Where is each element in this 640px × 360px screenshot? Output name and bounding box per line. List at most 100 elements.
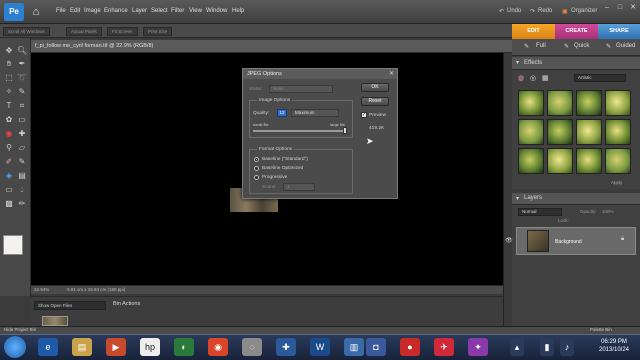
palette-bin-button[interactable]: Palette Bin [590,327,612,332]
menu-view[interactable]: View [189,8,202,14]
eyedropper-tool-icon[interactable]: ✒ [17,59,27,69]
magic-wand-tool-icon[interactable]: ✧ [4,87,14,97]
move-tool-icon[interactable]: ✥ [4,46,14,56]
effect-thumbnail[interactable] [605,90,631,116]
internet-explorer-icon[interactable]: e [38,338,58,356]
tray-icon[interactable]: ▴ [510,338,524,356]
sponge-tool-icon[interactable]: ▩ [4,199,14,209]
document-tab[interactable]: f_pi_follow me_cyril forman.tif @ 22.9% … [31,40,512,53]
app-icon[interactable]: ✈ [434,338,454,356]
eraser-tool-icon[interactable]: ▱ [17,143,27,153]
marquee-tool-icon[interactable]: ⬚ [4,73,14,83]
layer-styles-icon[interactable]: ◎ [530,74,536,82]
effect-thumbnail[interactable] [605,148,631,174]
selection-brush-tool-icon[interactable]: ✎ [17,87,27,97]
ok-button[interactable]: OK [361,83,389,92]
scans-select[interactable]: 3 [283,183,315,191]
word-icon[interactable]: W [310,338,330,356]
straighten-tool-icon[interactable]: ▭ [17,115,27,125]
blur-tool-icon[interactable]: 💧︎ [17,185,27,195]
shape-tool-icon[interactable]: ▭ [4,185,14,195]
blend-mode-select[interactable]: Normal [518,208,562,216]
organizer-button[interactable]: Organizer [571,8,597,14]
redo-icon[interactable]: ↷ [530,8,535,15]
effects-panel-header[interactable]: ▾ Effects [512,57,640,70]
gradient-tool-icon[interactable]: ▤ [17,171,27,181]
paint-bucket-tool-icon[interactable]: ◈ [4,171,14,181]
effects-category-select[interactable]: Artistic [574,74,626,82]
quality-slider-track[interactable] [253,127,347,134]
effects-apply-button[interactable]: Apply [611,180,622,185]
tab-share[interactable]: SHARE [598,24,640,39]
bin-thumbnail[interactable] [42,316,68,326]
scroll-all-windows-button[interactable]: Scroll All Windows [3,27,50,36]
effect-thumbnail[interactable] [605,119,631,145]
tab-quick[interactable]: Quick [574,43,589,49]
format-radio-baseline-standard[interactable] [254,157,259,162]
minimize-icon[interactable]: – [601,3,613,12]
collapse-icon[interactable]: ▾ [516,59,519,66]
menu-help[interactable]: Help [232,8,244,14]
effect-thumbnail[interactable] [576,148,602,174]
clone-stamp-tool-icon[interactable]: ⚲ [4,143,14,153]
tab-edit[interactable]: EDIT [512,24,555,39]
effect-thumbnail[interactable] [547,148,573,174]
format-option-progressive[interactable]: Progressive [262,175,287,180]
foreground-color-swatch[interactable] [3,235,23,255]
zoom-tool-icon[interactable]: 🔍︎ [17,46,27,56]
undo-icon[interactable]: ↶ [499,8,504,15]
layers-panel-header[interactable]: ▾ Layers [512,193,640,205]
home-icon[interactable]: ⌂ [29,5,43,19]
menu-edit[interactable]: Edit [70,8,80,14]
maximize-icon[interactable]: □ [614,3,626,12]
collapse-icon[interactable]: ▾ [516,195,519,202]
effect-thumbnail[interactable] [547,119,573,145]
app-icon[interactable]: ▥ [344,338,364,356]
app-icon[interactable]: ◌ [242,338,262,356]
menu-file[interactable]: File [56,8,66,14]
photo-effects-icon[interactable]: ▦ [542,74,549,82]
red-eye-tool-icon[interactable]: ◉ [4,129,14,139]
tab-create[interactable]: CREATE [555,24,598,39]
volume-icon[interactable]: ♪ [560,338,574,356]
quality-slider-thumb[interactable] [343,127,347,134]
media-player-icon[interactable]: ▶ [106,338,126,356]
effect-thumbnail[interactable] [518,90,544,116]
effect-thumbnail[interactable] [576,119,602,145]
healing-brush-tool-icon[interactable]: ✚ [17,129,27,139]
lasso-tool-icon[interactable]: ➰ [17,73,27,83]
close-icon[interactable]: ✕ [627,3,639,12]
chrome-icon[interactable]: ◉ [208,338,228,356]
app-icon[interactable]: ◐ [174,338,194,356]
close-icon[interactable]: ✕ [389,70,394,77]
quality-level-select[interactable]: Maximum [291,109,339,117]
menu-layer[interactable]: Layer [132,8,147,14]
hide-project-bin-button[interactable]: Hide Project Bin [4,327,36,332]
bin-actions-menu[interactable]: Bin Actions [113,301,140,307]
preview-checkbox[interactable]: ✓ [361,112,367,118]
effect-thumbnail[interactable] [576,90,602,116]
matte-select[interactable]: None [269,85,333,93]
fit-screen-button[interactable]: Fit Screen [107,27,138,36]
visibility-eye-icon[interactable]: 👁︎ [505,237,513,244]
brush-tool-icon[interactable]: ✐ [4,157,14,167]
start-button-icon[interactable] [4,336,26,358]
tab-guided[interactable]: Guided [616,43,635,49]
actual-pixels-button[interactable]: Actual Pixels [66,27,102,36]
type-tool-icon[interactable]: T [4,101,14,111]
opacity-value[interactable]: 100% [602,209,614,214]
crop-tool-icon[interactable]: ⌗ [17,101,27,111]
menu-image[interactable]: Image [84,8,101,14]
cookie-cutter-tool-icon[interactable]: ✿ [4,115,14,125]
format-option-baseline-standard[interactable]: Baseline ("Standard") [262,157,308,162]
app-icon[interactable]: ● [400,338,420,356]
bin-show-select[interactable]: Show Open Files [34,301,106,310]
pencil-tool-icon[interactable]: ✏ [17,199,27,209]
menu-window[interactable]: Window [206,8,227,14]
reset-button[interactable]: Reset [361,97,389,106]
quality-input[interactable]: 12 [277,109,287,117]
hand-tool-icon[interactable]: ✋︎ [4,59,14,69]
print-size-button[interactable]: Print Size [143,27,173,36]
menu-enhance[interactable]: Enhance [104,8,128,14]
zoom-level[interactable]: 22.94% [34,287,49,292]
